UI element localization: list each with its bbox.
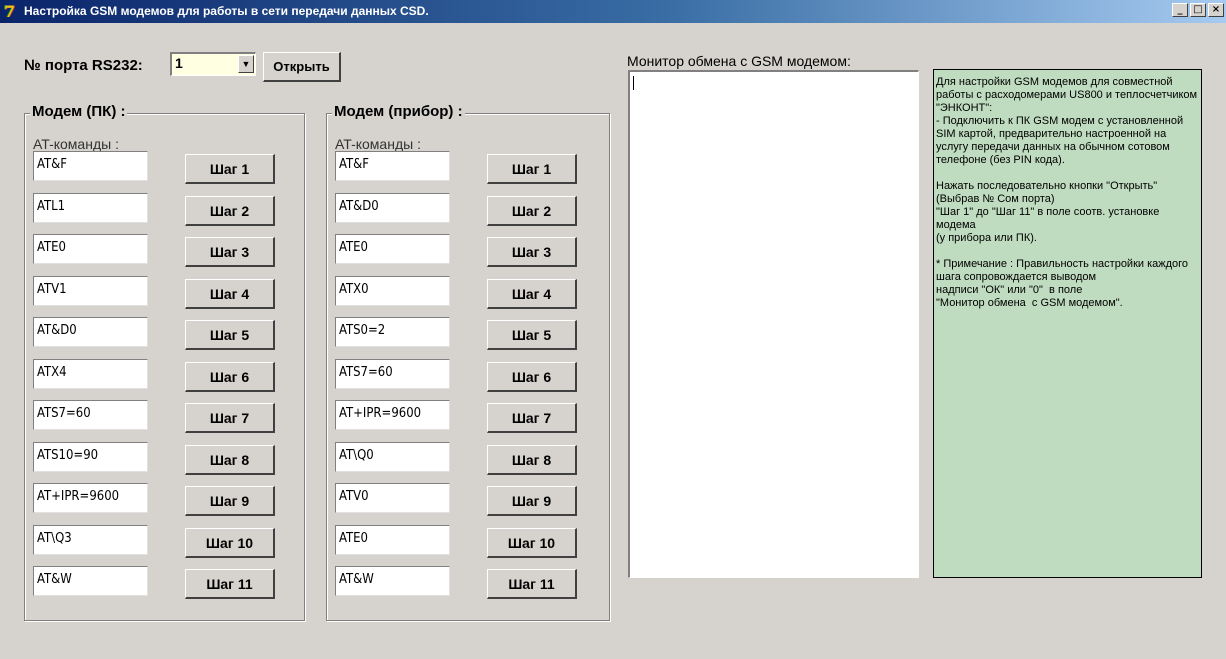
instructions-paragraph: Нажать последовательно кнопки "Открыть" …: [936, 180, 1160, 244]
pc-step-button[interactable]: Шаг 6: [185, 362, 275, 392]
text-caret: [633, 76, 634, 90]
instructions-panel: Для настройки GSM модемов для совместной…: [933, 69, 1202, 578]
window-title: Настройка GSM модемов для работы в сети …: [24, 4, 429, 18]
device-step-button[interactable]: Шаг 4: [487, 279, 577, 309]
device-command-input[interactable]: ATX0: [335, 276, 450, 306]
chevron-down-icon[interactable]: ▼: [238, 55, 254, 73]
pc-command-input[interactable]: ATV1: [33, 276, 148, 306]
device-step-button[interactable]: Шаг 6: [487, 362, 577, 392]
device-command-input[interactable]: AT&D0: [335, 193, 450, 223]
pc-command-input[interactable]: ATL1: [33, 193, 148, 223]
pc-step-button[interactable]: Шаг 5: [185, 320, 275, 350]
pc-command-input[interactable]: ATX4: [33, 359, 148, 389]
pc-step-button[interactable]: Шаг 10: [185, 528, 275, 558]
device-step-button[interactable]: Шаг 7: [487, 403, 577, 433]
title-bar: 7 Настройка GSM модемов для работы в сет…: [0, 0, 1226, 23]
device-command-input[interactable]: AT&F: [335, 151, 450, 181]
pc-command-input[interactable]: AT\Q3: [33, 525, 148, 555]
device-step-button[interactable]: Шаг 2: [487, 196, 577, 226]
device-step-button[interactable]: Шаг 10: [487, 528, 577, 558]
close-button[interactable]: ×: [1208, 3, 1224, 17]
minimize-button[interactable]: _: [1172, 3, 1188, 17]
pc-command-input[interactable]: AT&F: [33, 151, 148, 181]
pc-command-input[interactable]: AT&W: [33, 566, 148, 596]
pc-step-button[interactable]: Шаг 4: [185, 279, 275, 309]
pc-step-button[interactable]: Шаг 8: [185, 445, 275, 475]
device-command-input[interactable]: ATS7=60: [335, 359, 450, 389]
pc-step-button[interactable]: Шаг 2: [185, 196, 275, 226]
app-icon: 7: [4, 2, 16, 21]
monitor-label: Монитор обмена с GSM модемом:: [627, 53, 851, 69]
pc-commands-label: AT-команды :: [33, 136, 119, 152]
window-controls: _ □ ×: [1172, 3, 1224, 17]
pc-step-button[interactable]: Шаг 7: [185, 403, 275, 433]
instructions-paragraph: * Примечание : Правильность настройки ка…: [936, 258, 1189, 309]
pc-step-button[interactable]: Шаг 1: [185, 154, 275, 184]
pc-command-input[interactable]: AT&D0: [33, 317, 148, 347]
port-select-value: 1: [175, 55, 183, 71]
device-command-input[interactable]: AT&W: [335, 566, 450, 596]
open-port-button[interactable]: Открыть: [263, 52, 341, 82]
device-modem-group-title: Модем (прибор) :: [332, 103, 465, 120]
pc-command-input[interactable]: ATS10=90: [33, 442, 148, 472]
device-command-input[interactable]: AT\Q0: [335, 442, 450, 472]
pc-modem-group-title: Модем (ПК) :: [30, 103, 128, 120]
pc-step-button[interactable]: Шаг 3: [185, 237, 275, 267]
device-command-input[interactable]: ATV0: [335, 483, 450, 513]
port-label: № порта RS232:: [24, 57, 143, 74]
pc-command-input[interactable]: ATE0: [33, 234, 148, 264]
monitor-textarea[interactable]: [628, 70, 919, 578]
pc-step-button[interactable]: Шаг 11: [185, 569, 275, 599]
device-step-button[interactable]: Шаг 1: [487, 154, 577, 184]
device-command-input[interactable]: ATE0: [335, 234, 450, 264]
device-step-button[interactable]: Шаг 5: [487, 320, 577, 350]
port-select[interactable]: 1 ▼: [170, 52, 256, 76]
device-step-button[interactable]: Шаг 8: [487, 445, 577, 475]
device-step-button[interactable]: Шаг 3: [487, 237, 577, 267]
device-command-input[interactable]: ATS0=2: [335, 317, 450, 347]
device-step-button[interactable]: Шаг 9: [487, 486, 577, 516]
pc-step-button[interactable]: Шаг 9: [185, 486, 275, 516]
maximize-button[interactable]: □: [1190, 3, 1206, 17]
pc-command-input[interactable]: AT+IPR=9600: [33, 483, 148, 513]
device-command-input[interactable]: ATE0: [335, 525, 450, 555]
pc-command-input[interactable]: ATS7=60: [33, 400, 148, 430]
instructions-paragraph: Для настройки GSM модемов для совместной…: [936, 76, 1198, 166]
device-command-input[interactable]: AT+IPR=9600: [335, 400, 450, 430]
device-commands-label: AT-команды :: [335, 136, 421, 152]
device-step-button[interactable]: Шаг 11: [487, 569, 577, 599]
